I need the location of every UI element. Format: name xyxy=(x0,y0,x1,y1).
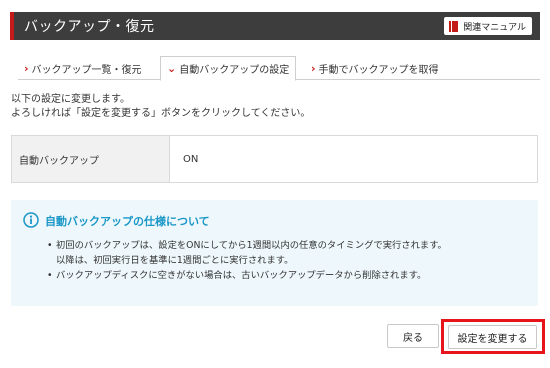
tab-label: バックアップ一覧・復元 xyxy=(31,64,142,76)
info-item-2: バックアップディスクに空きがない場合は、古いバックアップデータから削除されます。 xyxy=(56,270,427,281)
apply-button-highlight: 設定を変更する xyxy=(441,319,545,354)
info-icon xyxy=(23,212,39,228)
tab-label: 自動バックアップの設定 xyxy=(179,65,290,76)
intro-text: 以下の設定に変更します。 よろしければ「設定を変更する」ボタンをクリックしてくだ… xyxy=(11,93,310,121)
tab-manual-backup[interactable]: › 手動でバックアップを取得 xyxy=(305,56,445,80)
book-icon xyxy=(449,20,459,32)
page-header: バックアップ・復元 関連マニュアル xyxy=(10,12,540,40)
auto-backup-value: ON xyxy=(183,153,199,165)
info-item-1-line-1: 初回のバックアップは、設定をONにしてから1週間以内の任意のタイミングで実行され… xyxy=(56,240,447,251)
related-manual-label: 関連マニュアル xyxy=(463,22,526,33)
info-box: 自動バックアップの仕様について 初回のバックアップは、設定をONにしてから1週間… xyxy=(11,200,538,306)
intro-line-1: 以下の設定に変更します。 xyxy=(11,94,130,105)
settings-table: 自動バックアップ ON xyxy=(11,135,538,183)
tab-backup-list[interactable]: › バックアップ一覧・復元 xyxy=(18,56,148,80)
intro-line-2: よろしければ「設定を変更する」ボタンをクリックしてください。 xyxy=(11,108,311,119)
tab-bar: › バックアップ一覧・復元 ⌄ 自動バックアップの設定 › 手動でバックアップを… xyxy=(18,56,540,81)
chevron-down-icon: ⌄ xyxy=(167,62,177,75)
info-item-1-line-2: 以降は、初回実行日を基準に1週間ごとに実行されます。 xyxy=(56,255,294,266)
related-manual-button[interactable]: 関連マニュアル xyxy=(444,17,532,35)
info-title: 自動バックアップの仕様について xyxy=(45,215,210,228)
chevron-right-icon: › xyxy=(311,61,316,75)
back-button[interactable]: 戻る xyxy=(387,324,439,348)
tab-label: 手動でバックアップを取得 xyxy=(318,64,439,76)
page-title: バックアップ・復元 xyxy=(24,19,155,35)
apply-settings-button[interactable]: 設定を変更する xyxy=(448,325,537,349)
list-item: バックアップディスクに空きがない場合は、古いバックアップデータから削除されます。 xyxy=(47,268,447,283)
tab-auto-backup-settings[interactable]: ⌄ 自動バックアップの設定 xyxy=(160,56,297,81)
info-list: 初回のバックアップは、設定をONにしてから1週間以内の任意のタイミングで実行され… xyxy=(47,238,447,283)
chevron-right-icon: › xyxy=(24,61,29,75)
auto-backup-label: 自動バックアップ xyxy=(12,136,170,182)
list-item: 初回のバックアップは、設定をONにしてから1週間以内の任意のタイミングで実行され… xyxy=(47,238,447,268)
